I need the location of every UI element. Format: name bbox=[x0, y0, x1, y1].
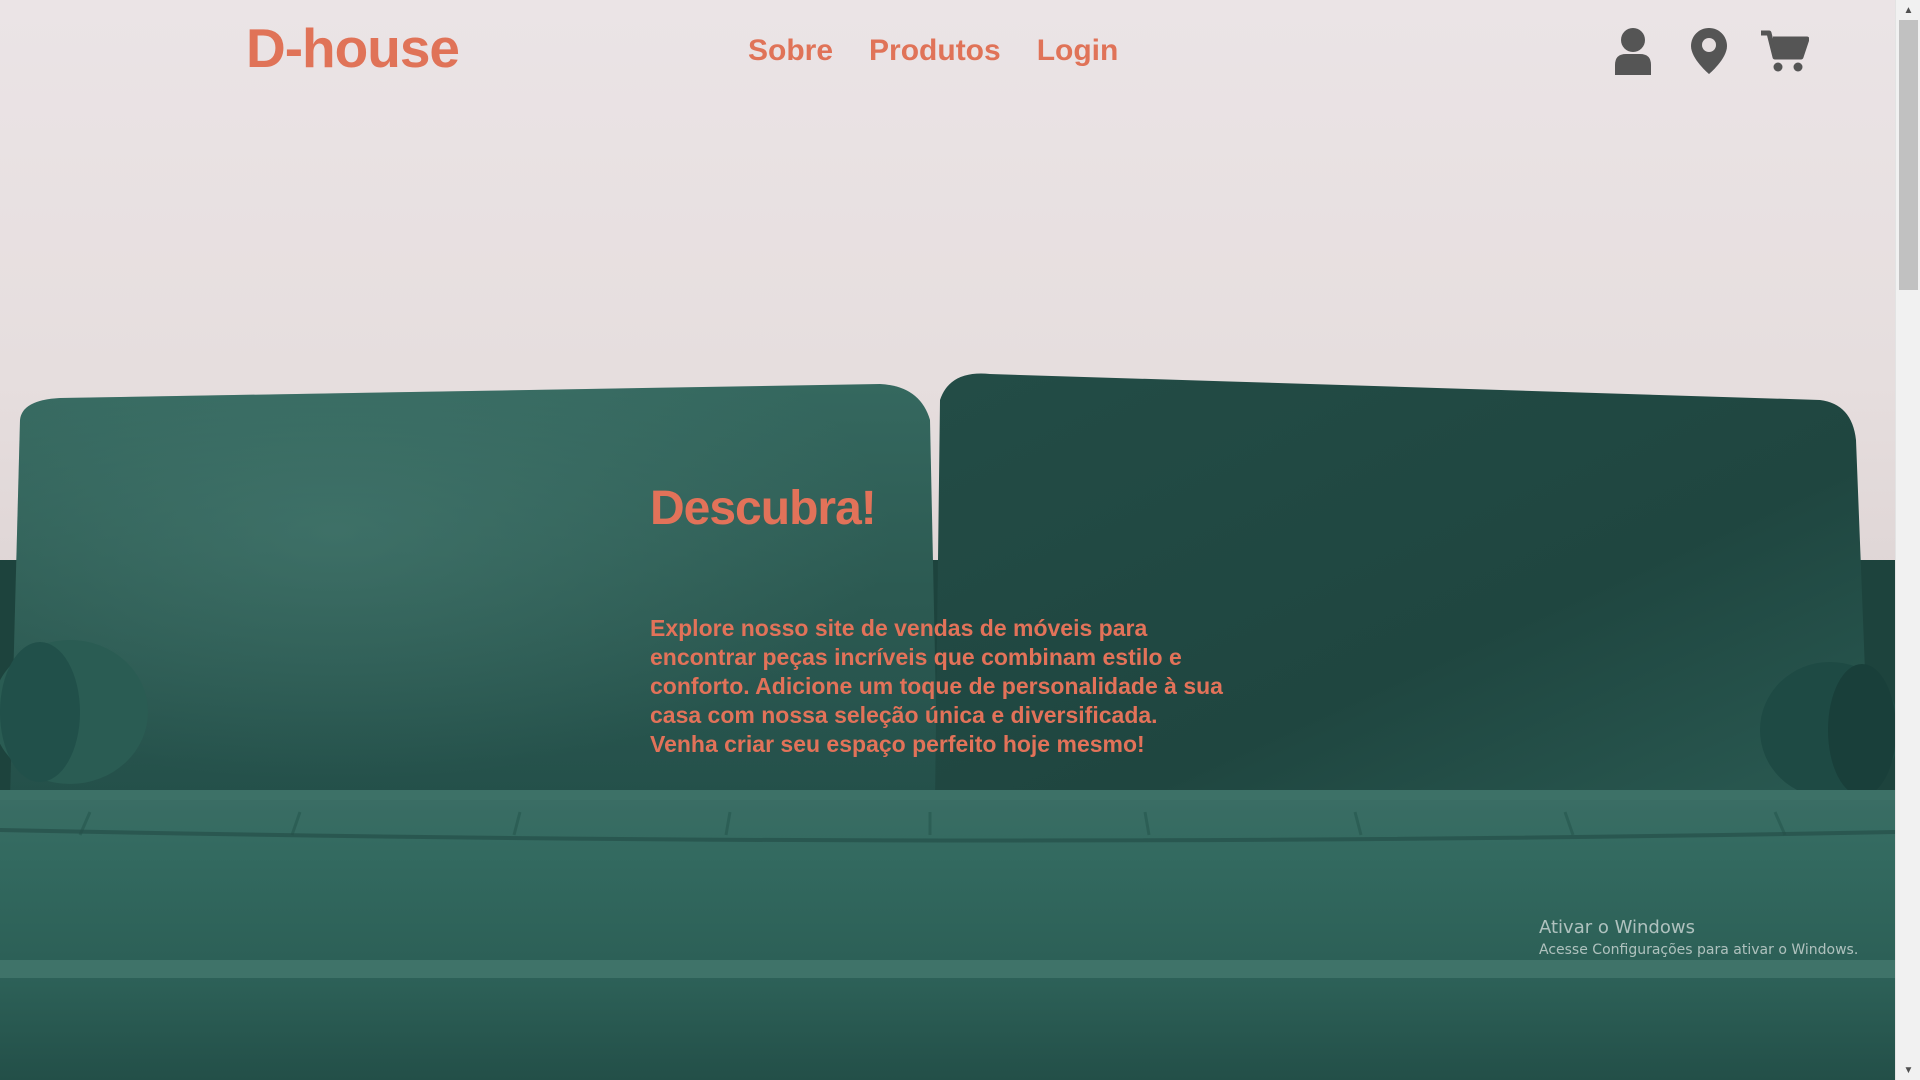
hero-title: Descubra! bbox=[650, 482, 877, 535]
page: D-house Sobre Produtos Login Descubra! E… bbox=[0, 0, 1895, 1080]
location-button[interactable] bbox=[1684, 24, 1734, 78]
scroll-up-arrow-icon[interactable]: ▲ bbox=[1896, 0, 1920, 20]
hero-description: Explore nosso site de vendas de móveis p… bbox=[650, 615, 1223, 757]
account-button[interactable] bbox=[1608, 24, 1658, 78]
header-icons bbox=[1608, 24, 1810, 78]
site-header: D-house Sobre Produtos Login bbox=[0, 0, 1895, 104]
main-nav: Sobre Produtos Login bbox=[748, 30, 1118, 72]
nav-link-login[interactable]: Login bbox=[1037, 30, 1119, 72]
nav-link-sobre[interactable]: Sobre bbox=[748, 30, 833, 72]
nav-link-produtos[interactable]: Produtos bbox=[869, 30, 1001, 72]
watermark-subtitle: Acesse Configurações para ativar o Windo… bbox=[1539, 942, 1859, 958]
vertical-scrollbar[interactable]: ▲ ▼ bbox=[1895, 0, 1920, 1080]
watermark-title: Ativar o Windows bbox=[1539, 917, 1695, 938]
site-logo[interactable]: D-house bbox=[246, 16, 460, 80]
scroll-down-arrow-icon[interactable]: ▼ bbox=[1896, 1060, 1920, 1080]
cart-icon bbox=[1761, 30, 1809, 72]
scrollbar-thumb[interactable] bbox=[1899, 20, 1918, 290]
cart-button[interactable] bbox=[1760, 24, 1810, 78]
windows-activation-watermark: Ativar o Windows Acesse Configurações pa… bbox=[1539, 916, 1858, 960]
user-icon bbox=[1615, 28, 1651, 75]
map-pin-icon bbox=[1691, 28, 1727, 74]
